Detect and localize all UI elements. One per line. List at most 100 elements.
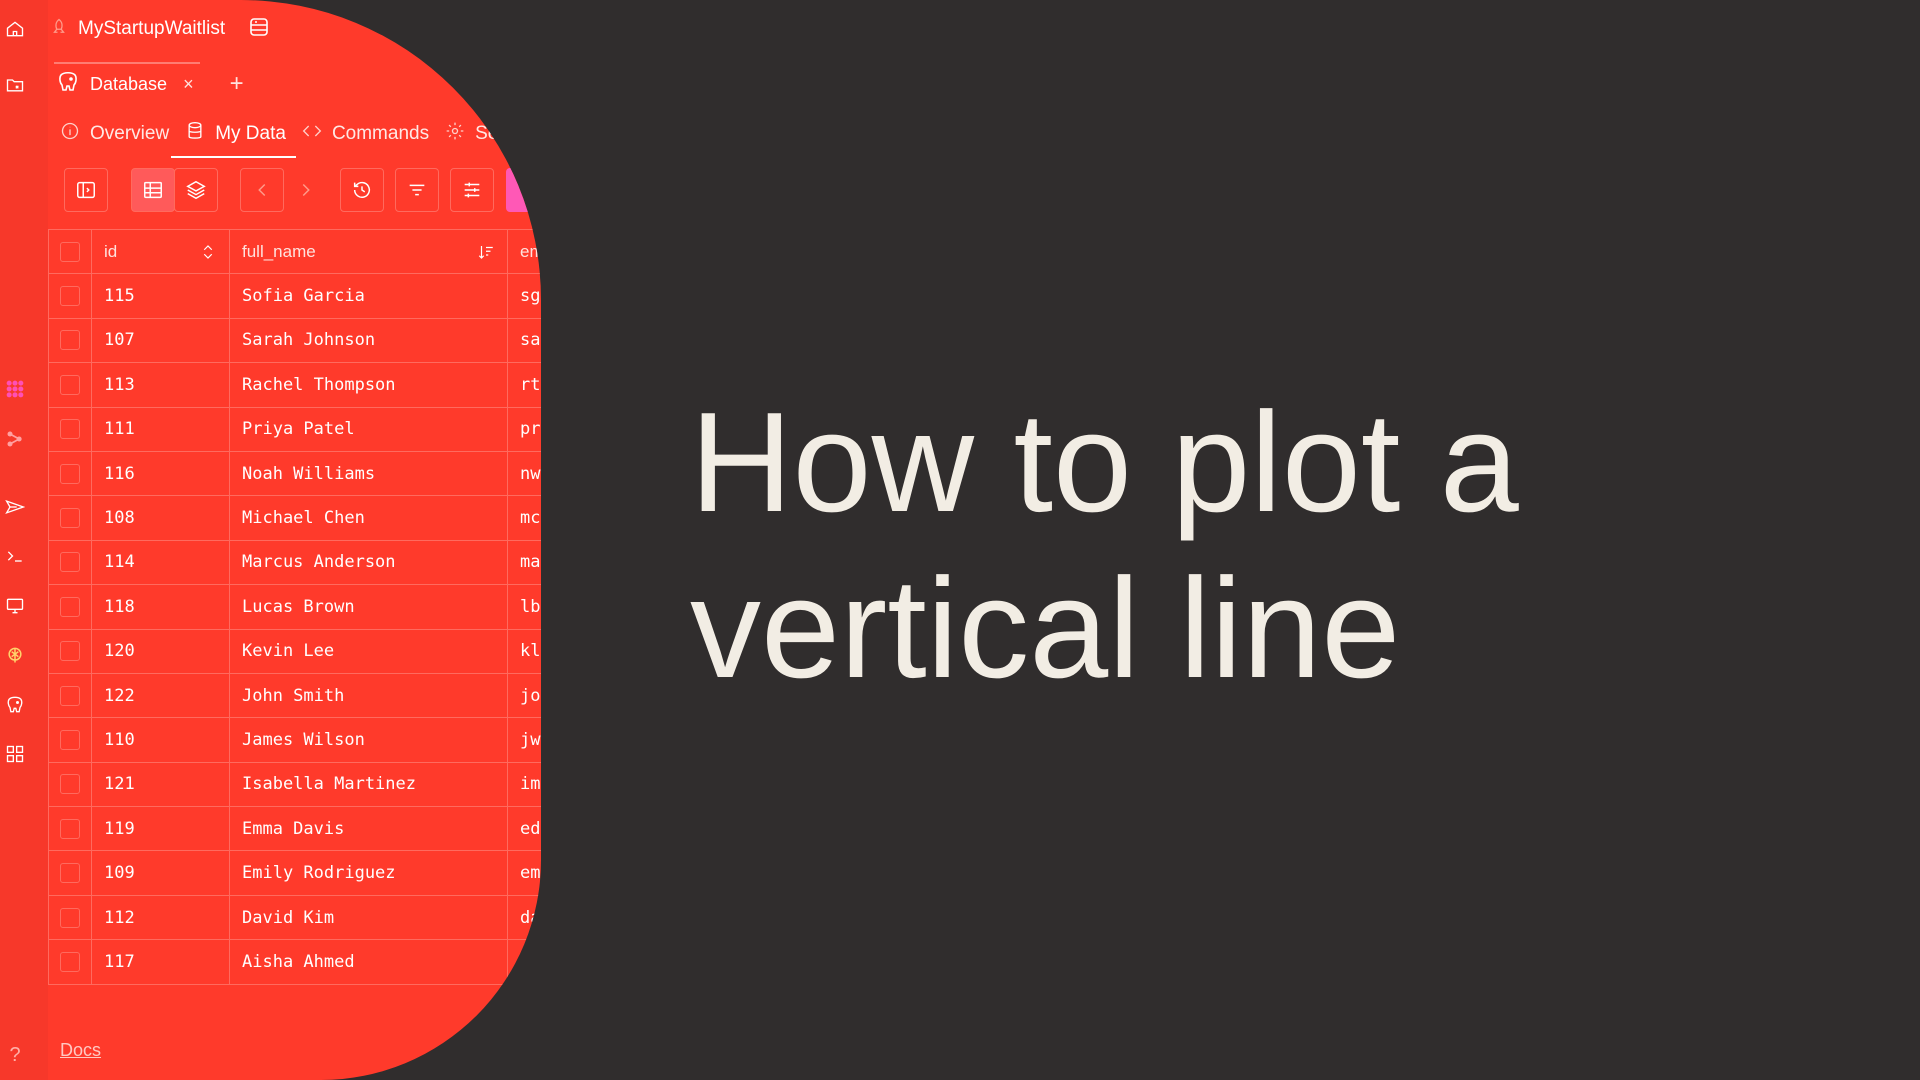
table-row[interactable]: 114 Marcus Anderson ma <box>48 540 541 586</box>
row-checkbox[interactable] <box>48 407 92 451</box>
cell-id[interactable]: 110 <box>92 718 230 762</box>
cell-full-name[interactable]: Marcus Anderson <box>230 540 508 585</box>
adjust-columns-button[interactable] <box>450 168 494 212</box>
cell-id[interactable]: 113 <box>92 363 230 407</box>
close-icon[interactable]: × <box>183 74 194 95</box>
filter-button[interactable] <box>395 168 439 212</box>
tab-my-data[interactable]: My Data <box>171 116 296 158</box>
cell-full-name[interactable]: John Smith <box>230 673 508 718</box>
monitor-icon[interactable] <box>4 595 26 617</box>
table-row[interactable]: 112 David Kim da <box>48 895 541 941</box>
cell-full-name[interactable]: Lucas Brown <box>230 585 508 629</box>
cell-email[interactable]: rt <box>508 363 541 406</box>
cell-id[interactable]: 111 <box>92 407 230 451</box>
cell-email[interactable]: jo <box>508 674 541 717</box>
docs-link[interactable]: Docs <box>60 1040 101 1061</box>
table-row[interactable]: 107 Sarah Johnson sa <box>48 318 541 364</box>
app-name[interactable]: MyStartupWaitlist <box>78 18 225 40</box>
cell-id[interactable]: 120 <box>92 629 230 673</box>
cell-full-name[interactable]: Aisha Ahmed <box>230 940 508 984</box>
cell-id[interactable]: 115 <box>92 274 230 318</box>
row-checkbox[interactable] <box>48 274 92 318</box>
table-row[interactable]: 111 Priya Patel pr <box>48 407 541 452</box>
cell-full-name[interactable]: Noah Williams <box>230 451 508 496</box>
cell-id[interactable]: 107 <box>92 318 230 363</box>
history-button[interactable] <box>340 168 384 212</box>
cell-id[interactable]: 109 <box>92 851 230 895</box>
column-header-full-name[interactable]: full_name <box>230 230 508 274</box>
add-row-button[interactable]: + <box>506 168 541 212</box>
cell-full-name[interactable]: Priya Patel <box>230 407 508 451</box>
cell-email[interactable]: sa <box>508 319 541 362</box>
sort-descending-icon[interactable] <box>477 243 495 261</box>
row-checkbox[interactable] <box>48 851 92 895</box>
cell-id[interactable]: 117 <box>92 940 230 984</box>
home-icon[interactable] <box>4 18 26 40</box>
add-tab-icon[interactable]: + <box>230 70 244 98</box>
brain-icon[interactable] <box>4 644 26 666</box>
cell-email[interactable]: kl <box>508 630 541 673</box>
cell-full-name[interactable]: Kevin Lee <box>230 629 508 673</box>
forward-button[interactable] <box>284 168 328 212</box>
apps-grid-icon[interactable] <box>4 743 26 765</box>
table-row[interactable]: 120 Kevin Lee kl <box>48 629 541 674</box>
row-checkbox[interactable] <box>48 673 92 718</box>
grid-dots-icon[interactable] <box>4 378 26 400</box>
cell-email[interactable]: im <box>508 763 541 806</box>
cell-full-name[interactable]: James Wilson <box>230 718 508 762</box>
tab-settings[interactable]: Set <box>445 116 504 152</box>
layers-view-button[interactable] <box>174 168 218 212</box>
row-checkbox[interactable] <box>48 451 92 496</box>
column-header-id[interactable]: id <box>92 230 230 274</box>
cell-id[interactable]: 122 <box>92 673 230 718</box>
server-icon[interactable] <box>247 15 271 44</box>
cell-id[interactable]: 114 <box>92 540 230 585</box>
folder-open-icon[interactable] <box>4 74 26 96</box>
cell-full-name[interactable]: David Kim <box>230 895 508 940</box>
back-button[interactable] <box>240 168 284 212</box>
row-checkbox[interactable] <box>48 496 92 540</box>
row-checkbox[interactable] <box>48 940 92 984</box>
table-row[interactable]: 115 Sofia Garcia sg <box>48 274 541 319</box>
cell-email[interactable]: pr <box>508 408 541 451</box>
cell-email[interactable]: sg <box>508 274 541 317</box>
row-checkbox[interactable] <box>48 540 92 585</box>
row-checkbox[interactable] <box>48 895 92 940</box>
terminal-icon[interactable] <box>4 545 26 567</box>
cell-email[interactable]: jw <box>508 718 541 761</box>
row-checkbox[interactable] <box>48 718 92 762</box>
table-row[interactable]: 119 Emma Davis ed <box>48 807 541 852</box>
column-header-email[interactable]: em <box>508 230 541 273</box>
cell-id[interactable]: 119 <box>92 807 230 851</box>
cell-full-name[interactable]: Michael Chen <box>230 496 508 540</box>
row-checkbox[interactable] <box>48 363 92 407</box>
row-checkbox[interactable] <box>48 629 92 673</box>
table-row[interactable]: 116 Noah Williams nw <box>48 451 541 497</box>
cell-id[interactable]: 116 <box>92 451 230 496</box>
cell-id[interactable]: 108 <box>92 496 230 540</box>
table-row[interactable]: 118 Lucas Brown lb <box>48 585 541 630</box>
cell-id[interactable]: 121 <box>92 762 230 807</box>
row-checkbox[interactable] <box>48 807 92 851</box>
tab-commands[interactable]: Commands <box>302 116 429 152</box>
table-row[interactable]: 108 Michael Chen mc <box>48 496 541 541</box>
select-all-checkbox[interactable] <box>48 230 92 274</box>
row-checkbox[interactable] <box>48 585 92 629</box>
table-row[interactable]: 109 Emily Rodriguez em <box>48 851 541 896</box>
cell-full-name[interactable]: Emma Davis <box>230 807 508 851</box>
cell-email[interactable]: a. <box>508 940 541 983</box>
toggle-sidebar-button[interactable] <box>64 168 108 212</box>
table-row[interactable]: 113 Rachel Thompson rt <box>48 363 541 408</box>
table-row[interactable]: 122 John Smith jo <box>48 673 541 719</box>
cell-full-name[interactable]: Rachel Thompson <box>230 363 508 407</box>
cell-id[interactable]: 112 <box>92 895 230 940</box>
help-icon[interactable]: ? <box>4 1044 26 1066</box>
cell-email[interactable]: em <box>508 851 541 894</box>
cell-full-name[interactable]: Emily Rodriguez <box>230 851 508 895</box>
cell-email[interactable]: nw <box>508 452 541 495</box>
table-row[interactable]: 110 James Wilson jw <box>48 718 541 763</box>
cell-full-name[interactable]: Sofia Garcia <box>230 274 508 318</box>
table-view-button[interactable] <box>131 168 175 212</box>
table-row[interactable]: 121 Isabella Martinez im <box>48 762 541 808</box>
cell-email[interactable]: mc <box>508 496 541 539</box>
